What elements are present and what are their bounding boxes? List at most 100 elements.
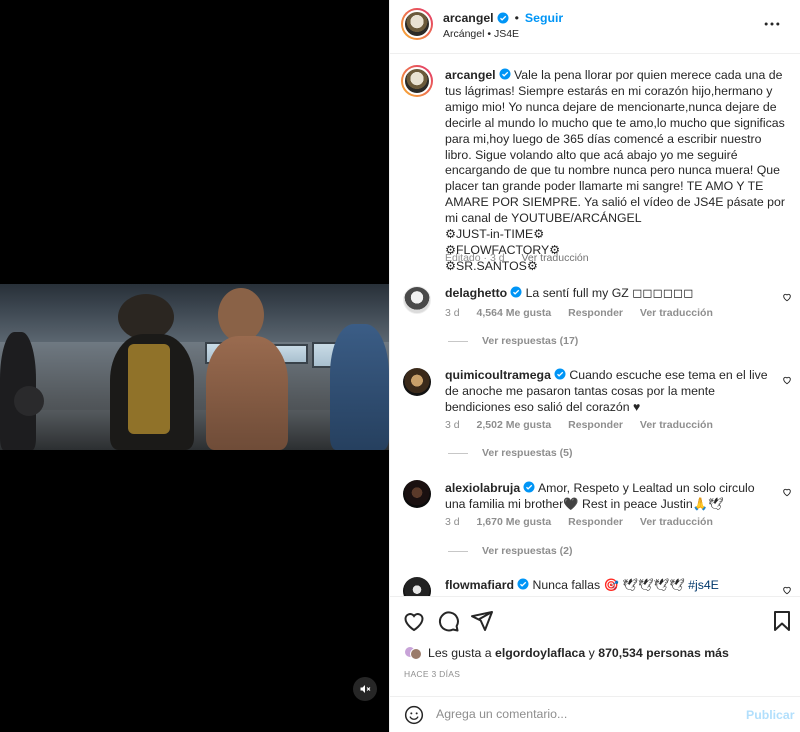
avatar[interactable] [401, 8, 433, 40]
caption-avatar[interactable] [401, 65, 433, 97]
caption-translate-link[interactable]: Ver traducción [521, 252, 588, 264]
comment-avatar[interactable] [403, 577, 431, 596]
reply-button[interactable]: Responder [568, 307, 623, 319]
comment-like-icon[interactable] [782, 375, 792, 385]
save-button[interactable] [770, 609, 794, 633]
video-person [218, 288, 264, 342]
header-dot: • [514, 11, 519, 25]
likes-prefix: Les gusta a [428, 646, 492, 660]
reply-button[interactable]: Responder [568, 419, 623, 431]
comment-username[interactable]: delaghetto [445, 286, 507, 300]
post-actions: Les gusta a elgordoylaflaca y 870,534 pe… [390, 596, 800, 692]
video-person [128, 344, 170, 434]
caption-username[interactable]: arcangel [445, 68, 496, 82]
post-comment-button[interactable]: Publicar [746, 708, 795, 722]
comment-text: La sentí full my GZ ◻◻◻◻◻◻ [525, 286, 694, 300]
post-modal: arcangel • Seguir Arcángel • JS4E arcang… [0, 0, 800, 732]
likes-count[interactable]: 870,534 personas más [598, 646, 729, 660]
video-player[interactable] [0, 0, 389, 732]
comment-text: Nunca fallas 🎯 🕊🕊🕊🕊 [532, 578, 685, 592]
mute-button[interactable] [353, 677, 377, 701]
view-replies-button[interactable]: Ver respuestas (5) [448, 447, 572, 459]
comment-meta: 3 d 1,670 Me gusta Responder Ver traducc… [445, 516, 727, 528]
comment-like-icon[interactable] [782, 487, 792, 497]
replies-divider [448, 340, 468, 342]
comment-age: 3 d [445, 307, 460, 319]
caption-meta: Editado · 3 d Ver traducción [445, 252, 603, 264]
view-replies-label[interactable]: Ver respuestas (5) [482, 447, 572, 459]
post-time: HACE 3 DÍAS [404, 669, 461, 679]
send-icon [471, 611, 493, 631]
caption: arcangel Vale la pena llorar por quien m… [445, 68, 785, 275]
emoji-button[interactable] [404, 705, 424, 725]
more-options-button[interactable] [762, 14, 782, 34]
caption-line: ⚙JUST-in-TIME⚙ [445, 227, 545, 242]
header-username[interactable]: arcangel [443, 11, 494, 25]
comment-button[interactable] [436, 609, 460, 633]
header-subtitle[interactable]: Arcángel • JS4E [443, 28, 519, 40]
replies-divider [448, 550, 468, 552]
comment-avatar[interactable] [403, 480, 431, 508]
verified-icon [523, 481, 535, 493]
comment: alexiolabruja Amor, Respeto y Lealtad un… [445, 480, 775, 512]
video-frame[interactable] [0, 284, 389, 450]
video-person [14, 386, 44, 416]
view-replies-label[interactable]: Ver respuestas (2) [482, 545, 572, 557]
replies-divider [448, 452, 468, 454]
bookmark-icon [774, 611, 790, 631]
comment-likes[interactable]: 4,564 Me gusta [477, 307, 552, 319]
video-person [330, 324, 389, 450]
post-panel: arcangel • Seguir Arcángel • JS4E arcang… [389, 0, 800, 732]
comments-scroll-area[interactable]: arcangel Vale la pena llorar por quien m… [390, 55, 800, 596]
comment-age: 3 d [445, 516, 460, 528]
comment-avatar[interactable] [403, 286, 431, 314]
comment-username[interactable]: quimicoultramega [445, 368, 551, 382]
heart-icon [404, 613, 424, 632]
view-replies-label[interactable]: Ver respuestas (17) [482, 335, 578, 347]
comment: flowmafiard Nunca fallas 🎯 🕊🕊🕊🕊 #js4E [445, 577, 775, 593]
likes-summary: Les gusta a elgordoylaflaca y 870,534 pe… [404, 644, 729, 662]
likes-and: y [588, 646, 595, 660]
comment-icon [439, 611, 459, 632]
video-person [206, 336, 288, 450]
view-replies-button[interactable]: Ver respuestas (2) [448, 545, 572, 557]
header-title-row: arcangel • Seguir [443, 11, 563, 25]
comment-meta: 3 d 4,564 Me gusta Responder Ver traducc… [445, 307, 727, 319]
comment-avatar[interactable] [403, 368, 431, 396]
comment-like-icon[interactable] [782, 585, 792, 595]
view-replies-button[interactable]: Ver respuestas (17) [448, 335, 578, 347]
follow-button[interactable]: Seguir [525, 11, 563, 25]
smiley-icon [404, 705, 424, 725]
translate-link[interactable]: Ver traducción [640, 516, 713, 528]
verified-icon [499, 68, 511, 80]
comment-age: 3 d [445, 419, 460, 431]
translate-link[interactable]: Ver traducción [640, 419, 713, 431]
comment-username[interactable]: flowmafiard [445, 578, 514, 592]
video-ceiling [0, 284, 389, 342]
liker-avatars [404, 644, 422, 662]
like-button[interactable] [402, 609, 426, 633]
verified-icon [510, 286, 522, 298]
comment-likes[interactable]: 2,502 Me gusta [477, 419, 552, 431]
likes-user[interactable]: elgordoylaflaca [495, 646, 585, 660]
translate-link[interactable]: Ver traducción [640, 307, 713, 319]
share-button[interactable] [470, 609, 494, 633]
reply-button[interactable]: Responder [568, 516, 623, 528]
post-header: arcangel • Seguir Arcángel • JS4E [390, 0, 800, 54]
verified-icon [517, 578, 529, 590]
caption-edited: Editado · 3 d [445, 252, 505, 264]
speaker-muted-icon [360, 685, 371, 693]
verified-icon [554, 368, 566, 380]
comment-likes[interactable]: 1,670 Me gusta [477, 516, 552, 528]
more-horizontal-icon [764, 22, 780, 26]
hashtag-link[interactable]: #js4E [688, 578, 719, 592]
comment-like-icon[interactable] [782, 292, 792, 302]
comment-bar: Publicar [390, 696, 800, 732]
comment: quimicoultramega Cuando escuche ese tema… [445, 367, 775, 415]
caption-text: Vale la pena llorar por quien merece cad… [445, 68, 785, 226]
comment: delaghetto La sentí full my GZ ◻◻◻◻◻◻ [445, 285, 775, 301]
comment-meta: 3 d 2,502 Me gusta Responder Ver traducc… [445, 419, 727, 431]
comment-username[interactable]: alexiolabruja [445, 481, 520, 495]
verified-icon [497, 12, 509, 24]
comment-input[interactable] [436, 707, 726, 721]
